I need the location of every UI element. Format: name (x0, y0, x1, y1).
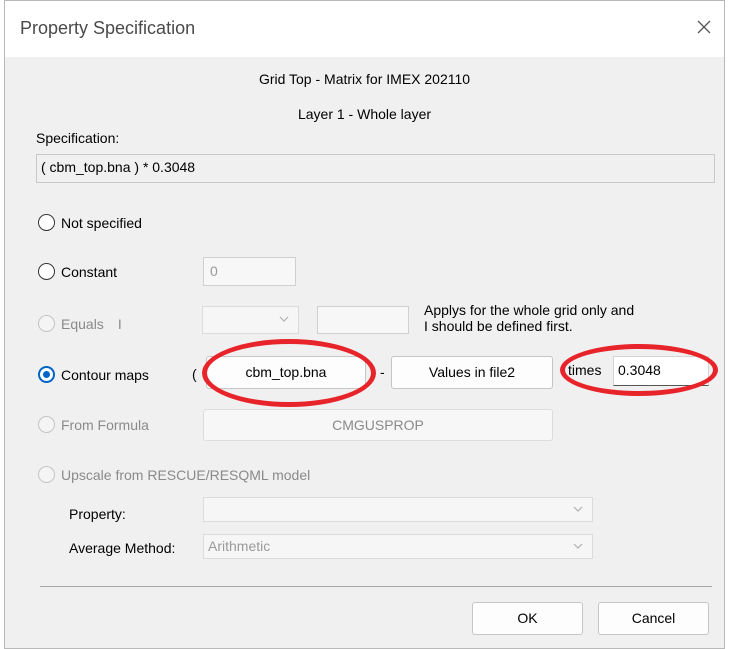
values-in-file2-button[interactable]: Values in file2 (391, 356, 553, 389)
cancel-button[interactable]: Cancel (598, 602, 709, 635)
close-icon[interactable] (690, 13, 718, 41)
average-method-value: Arithmetic (208, 538, 271, 554)
window-title: Property Specification (20, 18, 196, 38)
contour-maps-label: Contour maps (61, 366, 149, 383)
property-dropdown[interactable] (203, 497, 593, 522)
contour-file-button[interactable]: cbm_top.bna (206, 356, 366, 389)
chevron-down-icon (573, 543, 583, 549)
radio-from-formula[interactable] (38, 416, 55, 433)
constant-label: Constant (61, 263, 118, 280)
footer-divider (40, 586, 712, 587)
radio-row-upscale[interactable]: Upscale from RESCUE/RESQML model (38, 466, 310, 483)
equals-label: Equals (61, 315, 104, 332)
equals-note: Applys for the whole grid only and I sho… (424, 302, 634, 334)
equals-dropdown[interactable] (202, 306, 299, 334)
radio-row-equals[interactable]: Equals I (38, 315, 122, 332)
radio-upscale[interactable] (38, 466, 55, 483)
chevron-down-icon (573, 506, 583, 512)
equals-multiplier-input[interactable] (317, 306, 409, 334)
average-method-dropdown[interactable]: Arithmetic (203, 534, 593, 559)
radio-not-specified[interactable] (38, 214, 55, 231)
radio-row-from-formula[interactable]: From Formula (38, 416, 149, 433)
title-bar: Property Specification (5, 1, 724, 57)
property-specification-dialog: Property Specification Grid Top - Matrix… (4, 0, 725, 649)
constant-input[interactable]: 0 (203, 257, 296, 286)
specification-label: Specification: (36, 130, 120, 146)
from-formula-label: From Formula (61, 416, 149, 433)
formula-button[interactable]: CMGUSPROP (203, 409, 553, 441)
equals-suffix: I (117, 315, 122, 332)
upscale-label: Upscale from RESCUE/RESQML model (61, 466, 311, 483)
layer-title: Layer 1 - Whole layer (297, 106, 432, 122)
times-input[interactable]: 0.3048 (613, 356, 709, 386)
radio-row-contour-maps[interactable]: Contour maps (38, 366, 149, 383)
equals-note-line1: Applys for the whole grid only and (424, 302, 635, 318)
average-method-label: Average Method: (69, 540, 176, 556)
radio-contour-maps[interactable] (38, 366, 55, 383)
open-paren: ( (192, 366, 197, 382)
grid-title: Grid Top - Matrix for IMEX 202110 (258, 71, 471, 87)
radio-equals[interactable] (38, 315, 55, 332)
chevron-down-icon (279, 316, 289, 322)
radio-row-constant[interactable]: Constant (38, 263, 117, 280)
specification-field: ( cbm_top.bna ) * 0.3048 (36, 154, 715, 183)
property-label: Property: (69, 506, 126, 522)
not-specified-label: Not specified (61, 214, 142, 231)
radio-row-not-specified[interactable]: Not specified (38, 214, 142, 231)
radio-constant[interactable] (38, 263, 55, 280)
times-label: times (568, 362, 602, 378)
equals-note-line2: I should be defined first. (424, 318, 573, 334)
ok-button[interactable]: OK (472, 602, 583, 635)
minus-sign: - (380, 364, 385, 380)
